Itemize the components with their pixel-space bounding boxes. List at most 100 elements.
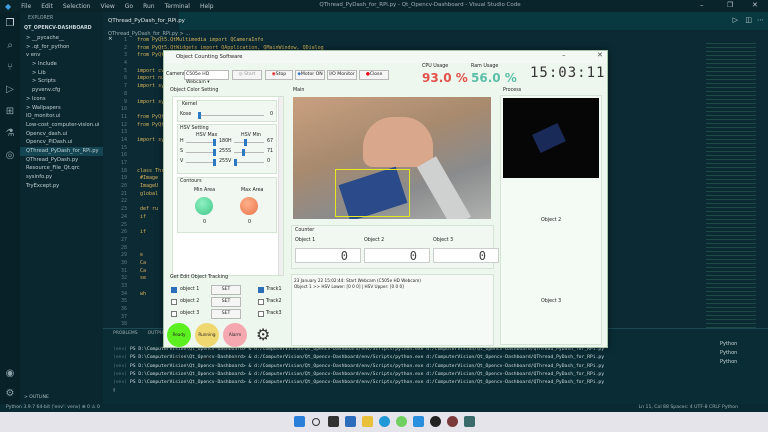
- hsv-max-slider[interactable]: [186, 149, 216, 156]
- explorer-icon[interactable]: ❐: [4, 18, 16, 30]
- set-button[interactable]: SET: [211, 285, 241, 295]
- stop-button[interactable]: ◉Stop: [265, 70, 293, 80]
- more-icon[interactable]: ⋯: [757, 16, 764, 24]
- vscode-taskbar-icon[interactable]: [413, 416, 424, 427]
- menu-terminal[interactable]: Terminal: [160, 3, 195, 10]
- file-tree-item[interactable]: > Wallpapers: [20, 104, 103, 113]
- file-tree-item[interactable]: QThread_PyDash.py: [20, 156, 103, 165]
- start-button[interactable]: ◎ Start: [232, 70, 262, 80]
- app-close-icon[interactable]: ✕: [597, 51, 603, 59]
- object-checkbox[interactable]: [171, 299, 177, 305]
- file-tree-item[interactable]: > .qt_for_python: [20, 43, 103, 52]
- slider-handle[interactable]: [198, 112, 201, 119]
- object-checkbox[interactable]: [171, 311, 177, 317]
- settings-scrollbar[interactable]: [278, 97, 283, 275]
- status-left[interactable]: Python 3.9.7 64-bit ('env': venv) ⊗ 0 ⚠ …: [6, 404, 100, 412]
- track-checkbox[interactable]: [258, 299, 264, 305]
- split-editor-icon[interactable]: ◫: [745, 16, 752, 24]
- file-explorer-icon[interactable]: [362, 416, 373, 427]
- close-icon[interactable]: ✕: [752, 1, 758, 9]
- testing-icon[interactable]: ⚗: [4, 128, 16, 140]
- edge-icon[interactable]: [379, 416, 390, 427]
- terminal-instance[interactable]: Python: [720, 359, 737, 368]
- menu-file[interactable]: File: [16, 3, 36, 10]
- restore-icon[interactable]: ❐: [727, 1, 733, 9]
- io-monitor-button[interactable]: I/O Monitor: [327, 70, 357, 80]
- file-tree-item[interactable]: IO_monitor.ui: [20, 112, 103, 121]
- menu-edit[interactable]: Edit: [36, 3, 58, 10]
- file-tree-item[interactable]: > Icons: [20, 95, 103, 104]
- hsv-min-slider[interactable]: [234, 159, 264, 166]
- search-taskbar-icon[interactable]: [312, 418, 320, 426]
- obs-icon[interactable]: [447, 416, 458, 427]
- min-area-dial[interactable]: [195, 197, 213, 215]
- terminal-instance[interactable]: Python: [720, 350, 737, 359]
- terminal-output[interactable]: (env) PS D:\ComputerVision\Qt_Opencv-Das…: [113, 346, 604, 396]
- run-debug-icon[interactable]: ▷: [4, 84, 16, 96]
- slider-handle[interactable]: [234, 159, 237, 166]
- python-app-icon[interactable]: [464, 416, 475, 427]
- minimize-icon[interactable]: –: [700, 1, 704, 9]
- project-root[interactable]: QT_OPENCV-DASHBOARD: [24, 26, 92, 31]
- slider-handle[interactable]: [213, 139, 216, 146]
- store-icon[interactable]: [345, 416, 356, 427]
- menu-selection[interactable]: Selection: [58, 3, 96, 10]
- file-tree-item[interactable]: v env: [20, 51, 103, 60]
- source-control-icon[interactable]: ⑂: [4, 62, 16, 74]
- file-tree-item[interactable]: pyvenv.cfg: [20, 86, 103, 95]
- motor-on-button[interactable]: ◆Motor ON: [295, 70, 325, 80]
- log-panel[interactable]: 23 January 22 15:02:44: Start Webcam (C5…: [291, 274, 494, 346]
- search-icon[interactable]: ⌕: [4, 40, 16, 52]
- hsv-min-slider[interactable]: [234, 139, 264, 146]
- file-tree-item[interactable]: > Include: [20, 60, 103, 69]
- hsv-max-slider[interactable]: [186, 139, 216, 146]
- hsv-min-slider[interactable]: [234, 149, 264, 156]
- status-right[interactable]: Ln 11, Col 88 Spaces: 4 UTF-8 CRLF Pytho…: [639, 404, 738, 412]
- object-2-label: Object 2: [541, 218, 562, 223]
- tab-qthread-pydash[interactable]: QThread_PyDash_for_RPi.py ×: [103, 12, 185, 42]
- file-tree-item[interactable]: Opencv_dash.ui: [20, 130, 103, 139]
- file-tree-item[interactable]: Opencv_PiDash.ui: [20, 138, 103, 147]
- menu-run[interactable]: Run: [138, 3, 160, 10]
- file-tree-item[interactable]: Resource_File_Qt.qrc: [20, 164, 103, 173]
- file-tree-item[interactable]: QThread_PyDash_for_RPi.py: [20, 146, 103, 156]
- extensions-icon[interactable]: ⊞: [4, 106, 16, 118]
- gear-icon[interactable]: ⚙: [4, 388, 16, 400]
- menu-view[interactable]: View: [95, 3, 119, 10]
- set-button[interactable]: SET: [211, 309, 241, 319]
- slider-handle[interactable]: [213, 149, 216, 156]
- task-view-icon[interactable]: [328, 416, 339, 427]
- close-button[interactable]: ●Close: [359, 70, 389, 80]
- kernel-slider[interactable]: [198, 112, 264, 119]
- file-tree-item[interactable]: sysinfo.py: [20, 173, 103, 182]
- max-area-dial[interactable]: [240, 197, 258, 215]
- outline-section[interactable]: > OUTLINE: [24, 395, 49, 400]
- file-tree-item[interactable]: > __pycache__: [20, 34, 103, 43]
- set-button[interactable]: SET: [211, 297, 241, 307]
- line-number: 34: [120, 290, 127, 297]
- account-icon[interactable]: ◉: [4, 368, 16, 380]
- github-icon[interactable]: [430, 416, 441, 427]
- hsv-max-slider[interactable]: [186, 159, 216, 166]
- file-tree-item[interactable]: TryExcept.py: [20, 182, 103, 191]
- chrome-icon[interactable]: [396, 416, 407, 427]
- file-tree-item[interactable]: > Lib: [20, 69, 103, 78]
- tab-problems[interactable]: PROBLEMS: [113, 331, 138, 336]
- menu-go[interactable]: Go: [120, 3, 138, 10]
- file-tree-item[interactable]: Low-cost_computer-vision.ui: [20, 121, 103, 130]
- start-icon[interactable]: [294, 416, 305, 427]
- object-checkbox[interactable]: [171, 287, 177, 293]
- track-checkbox[interactable]: [258, 311, 264, 317]
- remote-icon[interactable]: ◎: [4, 150, 16, 162]
- terminal-instance[interactable]: Python: [720, 341, 737, 350]
- slider-handle[interactable]: [241, 149, 245, 156]
- run-icon[interactable]: ▷: [733, 16, 738, 24]
- file-tree-item[interactable]: > Scripts: [20, 77, 103, 86]
- camera-select[interactable]: C505e HD Webcam ▾: [184, 70, 229, 85]
- app-minimize-icon[interactable]: –: [562, 51, 566, 59]
- slider-handle[interactable]: [243, 139, 247, 146]
- slider-handle[interactable]: [213, 159, 216, 166]
- minimap[interactable]: [706, 40, 756, 330]
- menu-help[interactable]: Help: [195, 3, 219, 10]
- track-checkbox[interactable]: [258, 287, 264, 293]
